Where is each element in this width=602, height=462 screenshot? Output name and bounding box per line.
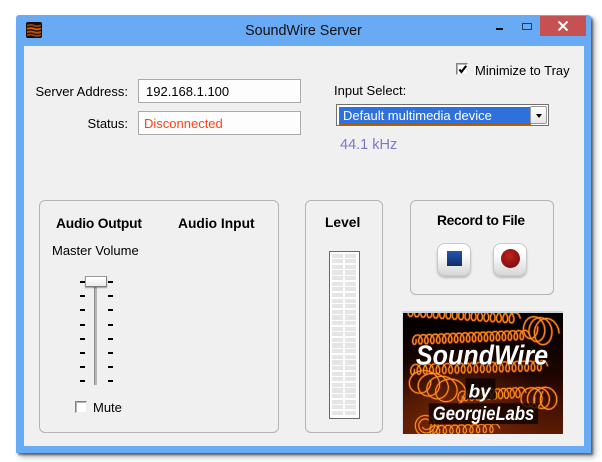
svg-text:by: by [469, 380, 493, 401]
svg-text:GeorgieLabs: GeorgieLabs [433, 403, 534, 425]
svg-text:SoundWire: SoundWire [416, 339, 548, 370]
